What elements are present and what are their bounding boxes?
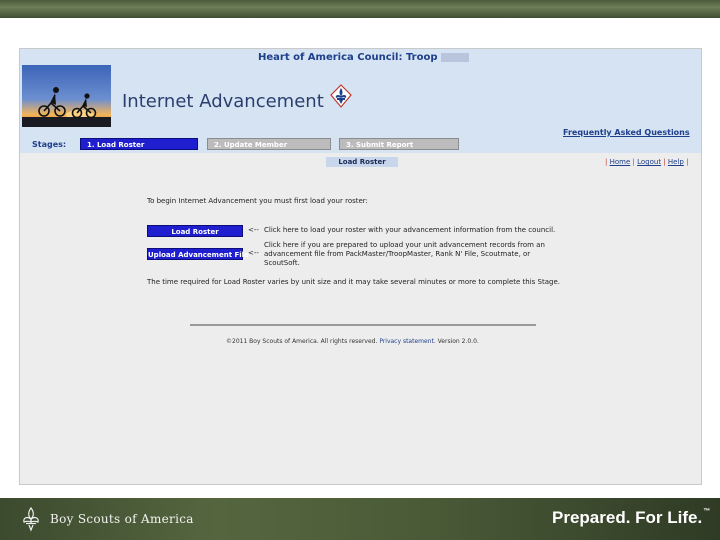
load-roster-button[interactable]: Load Roster [147, 225, 243, 237]
privacy-statement-link[interactable]: Privacy statement [379, 338, 434, 345]
top-links: | Home | Logout | Help | [605, 158, 688, 166]
version-text: . Version 2.0.0. [433, 338, 479, 345]
arrow-indicator: <-- [248, 249, 259, 257]
app-header: Heart of America Council: Troop Internet… [20, 49, 701, 153]
bicyclists-photo [22, 65, 111, 127]
link-separator: | [686, 158, 689, 166]
footer: ©2011 Boy Scouts of America. All rights … [226, 338, 479, 345]
upload-description: Click here if you are prepared to upload… [264, 241, 545, 267]
page-heading: Load Roster [326, 157, 398, 167]
link-separator: | [632, 158, 635, 166]
stage-tab-update-member[interactable]: 2. Update Member [207, 138, 331, 150]
copyright-text: ©2011 Boy Scouts of America. All rights … [226, 338, 378, 345]
troop-number-redacted [440, 52, 469, 62]
bsa-fleur-de-lis-icon [20, 506, 42, 532]
app-title: Internet Advancement [122, 91, 324, 112]
slide-top-band [0, 0, 720, 18]
help-link[interactable]: Help [668, 158, 684, 166]
home-link[interactable]: Home [610, 158, 631, 166]
prepared-for-life-tagline: Prepared. For Life.™ [552, 508, 711, 527]
upload-advancement-file-button[interactable]: Upload Advancement File [147, 248, 249, 260]
link-separator: | [605, 158, 608, 166]
bsa-fleur-de-lis-icon [328, 83, 354, 109]
council-title: Heart of America Council: Troop [258, 52, 469, 63]
stage-tab-load-roster[interactable]: 1. Load Roster [80, 138, 198, 150]
trademark-symbol: ™ [703, 508, 711, 515]
faq-link[interactable]: Frequently Asked Questions [563, 128, 690, 137]
browser-screenshot: Heart of America Council: Troop Internet… [19, 48, 702, 485]
link-separator: | [663, 158, 666, 166]
intro-text: To begin Internet Advancement you must f… [147, 197, 368, 205]
arrow-indicator: <-- [248, 226, 259, 234]
stages-label: Stages: [32, 140, 67, 149]
logout-link[interactable]: Logout [637, 158, 661, 166]
bsa-brand-text: Boy Scouts of America [50, 512, 194, 526]
load-roster-description: Click here to load your roster with your… [264, 226, 556, 234]
stage-tab-submit-report[interactable]: 3. Submit Report [339, 138, 459, 150]
footer-divider [190, 324, 536, 326]
load-time-note: The time required for Load Roster varies… [147, 278, 560, 286]
